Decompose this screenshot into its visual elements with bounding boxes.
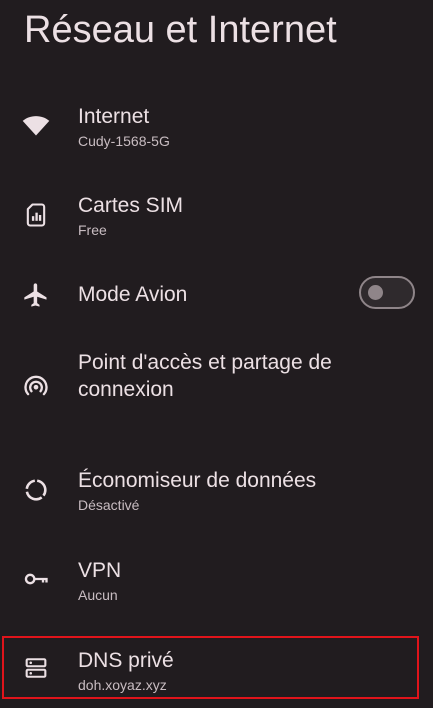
vpn-key-icon	[22, 565, 50, 593]
sim-card-icon	[22, 201, 50, 229]
page-title: Réseau et Internet	[24, 9, 337, 51]
settings-item-hotspot[interactable]: Point d'accès et partage de connexion	[0, 348, 433, 428]
settings-item-internet[interactable]: Internet Cudy-1568-5G	[0, 100, 433, 160]
hotspot-icon	[22, 372, 50, 400]
toggle-knob	[368, 285, 383, 300]
airplane-mode-toggle[interactable]	[359, 276, 415, 309]
private-dns-summary: doh.xoyaz.xyz	[78, 677, 167, 693]
vpn-label: VPN	[78, 559, 122, 582]
internet-summary: Cudy-1568-5G	[78, 133, 170, 149]
internet-label: Internet	[78, 105, 150, 128]
wifi-icon	[22, 111, 50, 139]
data-saver-label: Économiseur de données	[78, 469, 317, 492]
sim-cards-label: Cartes SIM	[78, 194, 184, 217]
private-dns-label: DNS privé	[78, 649, 174, 672]
dns-icon	[22, 654, 50, 682]
settings-item-vpn[interactable]: VPN Aucun	[0, 554, 433, 614]
airplane-icon	[22, 281, 50, 309]
settings-item-data-saver[interactable]: Économiseur de données Désactivé	[0, 464, 433, 524]
settings-item-sim-cards[interactable]: Cartes SIM Free	[0, 189, 433, 249]
sim-cards-summary: Free	[78, 222, 107, 238]
vpn-summary: Aucun	[78, 587, 118, 603]
data-saver-icon	[22, 476, 50, 504]
data-saver-summary: Désactivé	[78, 497, 140, 513]
hotspot-label: Point d'accès et partage de connexion	[78, 351, 332, 401]
settings-item-private-dns[interactable]: DNS privé doh.xoyaz.xyz	[0, 644, 433, 700]
